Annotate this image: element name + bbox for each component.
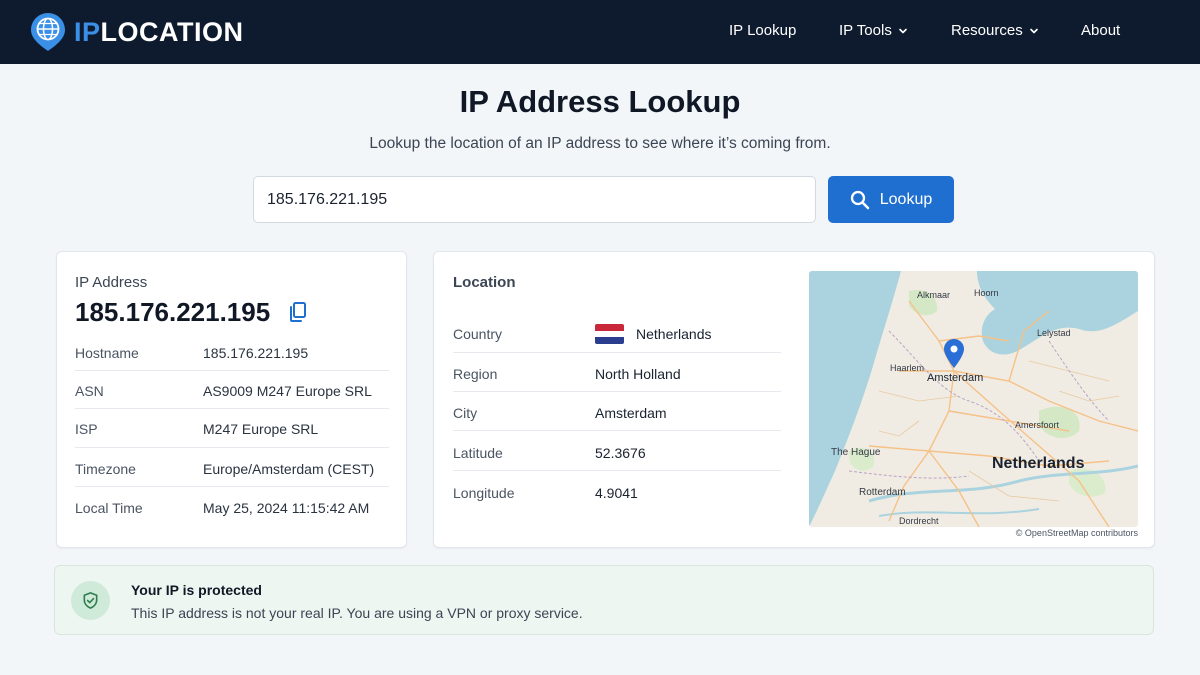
row-divider [75,370,389,371]
nav-about[interactable]: About [1081,22,1120,39]
chevron-down-icon [899,28,907,33]
ip-address-label: IP Address [75,274,148,291]
nav-ip-tools[interactable]: IP Tools [839,22,908,39]
info-key: ISP [75,421,98,437]
top-navbar: IPLOCATION IP Lookup IP Tools Resources … [0,0,1200,64]
search-icon [850,190,869,209]
netherlands-flag-icon [595,324,624,344]
location-value: Amsterdam [595,405,667,421]
brand-prefix: IP [74,16,101,47]
row-divider [75,486,389,487]
nav-resources-label: Resources [951,22,1023,39]
nav-ip-tools-label: IP Tools [839,22,892,39]
nav-ip-lookup-label: IP Lookup [729,22,797,39]
shield-badge [71,581,110,620]
row-divider [75,408,389,409]
location-value: North Holland [595,366,681,382]
map-attribution: © OpenStreetMap contributors [1015,528,1138,538]
location-key: City [453,405,478,421]
globe-pin-icon [31,13,65,51]
info-value: M247 Europe SRL [203,421,319,437]
brand-suffix: LOCATION [100,16,244,47]
location-key: Latitude [453,445,503,461]
chevron-down-icon [1029,28,1038,33]
page-subtitle: Lookup the location of an IP address to … [369,135,831,152]
page-title: IP Address Lookup [459,84,741,119]
map-label-haarlem: Haarlem [890,363,924,373]
lookup-button[interactable]: Lookup [828,176,954,223]
nav-resources[interactable]: Resources [951,22,1039,39]
lookup-button-label: Lookup [879,190,933,208]
info-value: May 25, 2024 11:15:42 AM [203,500,370,516]
row-divider [75,447,389,448]
location-value: 52.3676 [595,445,646,461]
location-heading: Location [453,274,516,291]
map-label-lelystad: Lelystad [1037,328,1071,338]
copy-icon[interactable] [286,300,310,324]
map-label-amsterdam: Amsterdam [927,372,983,384]
row-divider [453,391,781,392]
ip-search-input[interactable] [253,176,816,223]
info-key: Timezone [75,461,136,477]
location-key: Country [453,326,503,342]
location-key: Region [453,366,498,382]
protection-banner: Your IP is protected This IP address is … [54,565,1154,635]
nav-ip-lookup[interactable]: IP Lookup [729,22,796,39]
map-label-amersfoort: Amersfoort [1015,420,1060,430]
row-divider [453,470,781,471]
map-label-rotterdam: Rotterdam [859,487,906,498]
info-key: Local Time [75,500,143,516]
banner-title: Your IP is protected [131,582,262,598]
brand-name: IPLOCATION [74,17,244,48]
info-key: Hostname [75,345,139,361]
info-value: AS9009 M247 Europe SRL [203,383,372,399]
ip-address-value: 185.176.221.195 [75,297,271,327]
banner-text: This IP address is not your real IP. You… [131,605,583,621]
brand-logo[interactable]: IPLOCATION [30,12,244,52]
location-card: Location Country Netherlands Region Nort… [433,251,1155,548]
location-value: Netherlands [636,326,712,342]
map-label-netherlands: Netherlands [992,455,1085,472]
map-label-hoorn: Hoorn [974,288,999,298]
info-value: 185.176.221.195 [203,345,309,361]
info-value: Europe/Amsterdam (CEST) [203,461,375,477]
row-divider [453,352,781,353]
nav-about-label: About [1081,22,1121,39]
shield-check-icon [83,592,98,609]
info-key: ASN [75,383,104,399]
location-value: 4.9041 [595,485,638,501]
location-key: Longitude [453,485,515,501]
ip-info-card: IP Address 185.176.221.195 Hostname 185.… [56,251,407,548]
location-map[interactable]: Alkmaar Hoorn Lelystad Haarlem Amsterdam… [809,271,1138,527]
map-canvas: Alkmaar Hoorn Lelystad Haarlem Amsterdam… [809,271,1138,527]
row-divider [453,430,781,431]
map-label-the-hague: The Hague [831,447,881,458]
map-label-alkmaar: Alkmaar [917,290,950,300]
map-label-dordrecht: Dordrecht [899,516,939,526]
